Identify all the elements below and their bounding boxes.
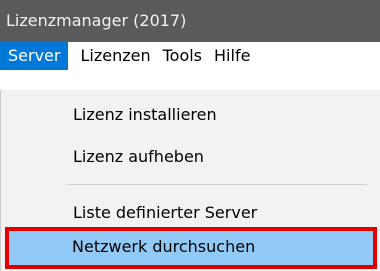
server-dropdown-menu: Lizenz installieren Lizenz aufheben List…: [0, 90, 380, 271]
menu-server[interactable]: Server: [0, 42, 69, 70]
menu-bar: Server Lizenzen Tools Hilfe: [0, 42, 380, 70]
menu-separator: [67, 184, 367, 185]
menu-lizenzen[interactable]: Lizenzen: [74, 42, 156, 70]
window-title: Lizenzmanager (2017): [0, 0, 380, 42]
menu-item-lizenz-aufheben[interactable]: Lizenz aufheben: [1, 138, 380, 176]
menu-item-lizenz-installieren[interactable]: Lizenz installieren: [1, 96, 380, 134]
menu-tools[interactable]: Tools: [157, 42, 208, 70]
menu-hilfe[interactable]: Hilfe: [208, 42, 256, 70]
application-window: Lizenzmanager (2017) Server Lizenzen Too…: [0, 0, 380, 271]
menu-item-netzwerk-durchsuchen[interactable]: Netzwerk durchsuchen: [9, 231, 373, 265]
menu-item-liste-definierter-server[interactable]: Liste definierter Server: [1, 194, 380, 232]
